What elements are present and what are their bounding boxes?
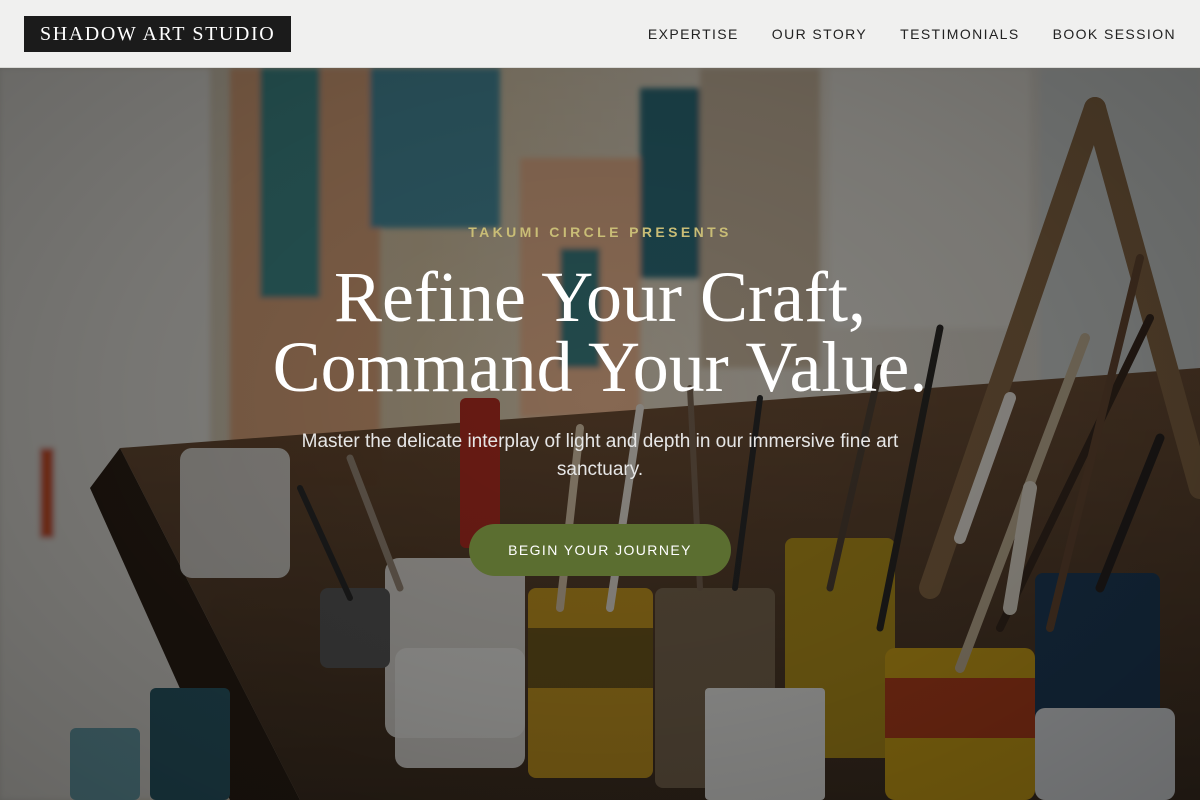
nav-link-testimonials[interactable]: TESTIMONIALS bbox=[900, 26, 1019, 42]
nav-link-book-session[interactable]: BOOK SESSION bbox=[1053, 26, 1176, 42]
site-header: SHADOW ART STUDIO EXPERTISE OUR STORY TE… bbox=[0, 0, 1200, 68]
hero-headline-line-2: Command Your Value. bbox=[272, 327, 928, 407]
hero-headline-line-1: Refine Your Craft, bbox=[334, 257, 866, 337]
nav-link-expertise[interactable]: EXPERTISE bbox=[648, 26, 739, 42]
begin-journey-button[interactable]: BEGIN YOUR JOURNEY bbox=[469, 524, 731, 576]
nav-link-our-story[interactable]: OUR STORY bbox=[772, 26, 867, 42]
hero-eyebrow: TAKUMI CIRCLE PRESENTS bbox=[468, 224, 732, 240]
hero-headline: Refine Your Craft, Command Your Value. bbox=[0, 257, 1200, 407]
hero-subtitle: Master the delicate interplay of light a… bbox=[301, 431, 899, 480]
logo[interactable]: SHADOW ART STUDIO bbox=[24, 16, 292, 52]
main-nav: EXPERTISE OUR STORY TESTIMONIALS BOOK SE… bbox=[648, 0, 1176, 68]
